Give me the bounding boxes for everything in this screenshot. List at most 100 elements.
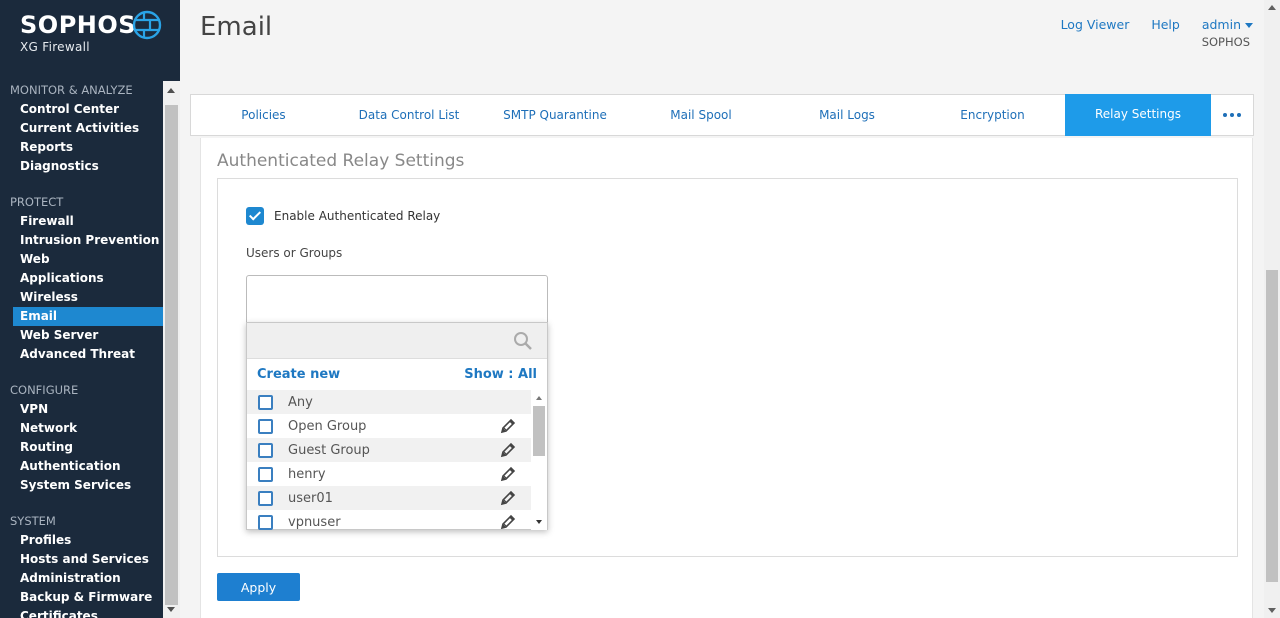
sidebar-item-system-services[interactable]: System Services: [0, 476, 163, 495]
tab-data-control-list[interactable]: Data Control List: [336, 95, 482, 135]
scrollbar-thumb[interactable]: [533, 406, 545, 456]
item-label: Open Group: [288, 418, 367, 434]
sidebar-item-web-server[interactable]: Web Server: [0, 326, 163, 345]
create-new-link[interactable]: Create new: [257, 367, 340, 382]
tab-relay-settings[interactable]: Relay Settings: [1065, 94, 1211, 136]
nav-gap: [0, 364, 163, 381]
scroll-down-icon[interactable]: [1268, 608, 1276, 613]
pencil-icon[interactable]: [499, 489, 517, 507]
sidebar-item-applications[interactable]: Applications: [0, 269, 163, 288]
list-item[interactable]: henry: [247, 462, 531, 486]
admin-menu[interactable]: admin: [1202, 17, 1253, 32]
log-viewer-link[interactable]: Log Viewer: [1061, 17, 1130, 32]
pencil-icon[interactable]: [499, 513, 517, 530]
sidebar-item-wireless[interactable]: Wireless: [0, 288, 163, 307]
item-label: vpnuser: [288, 514, 341, 530]
enable-relay-row: Enable Authenticated Relay: [246, 207, 440, 225]
item-checkbox[interactable]: [258, 466, 273, 482]
dropdown-search-input[interactable]: [247, 323, 547, 359]
nav-gap: [0, 176, 163, 193]
header: Email Log Viewer Help admin SOPHOS: [180, 0, 1264, 82]
pencil-icon[interactable]: [499, 465, 517, 483]
tab-encryption[interactable]: Encryption: [920, 95, 1065, 135]
enable-relay-label: Enable Authenticated Relay: [274, 209, 441, 223]
sidebar-item-backup-firmware[interactable]: Backup & Firmware: [0, 588, 163, 607]
list-item[interactable]: vpnuser: [247, 510, 531, 530]
item-checkbox[interactable]: [258, 418, 273, 434]
sidebar-item-advanced-threat[interactable]: Advanced Threat: [0, 345, 163, 364]
sidebar-item-vpn[interactable]: VPN: [0, 400, 163, 419]
top-links: Log Viewer Help admin: [1043, 17, 1253, 32]
scrollbar-thumb[interactable]: [165, 105, 178, 605]
scrollbar-thumb[interactable]: [1266, 270, 1278, 582]
pencil-icon[interactable]: [499, 441, 517, 459]
org-name: SOPHOS: [1201, 35, 1250, 49]
users-groups-select[interactable]: [246, 275, 548, 325]
more-dots-icon[interactable]: [1211, 95, 1253, 135]
sidebar-item-diagnostics[interactable]: Diagnostics: [0, 157, 163, 176]
show-filter-link[interactable]: Show : All: [464, 367, 537, 382]
list-item[interactable]: Guest Group: [247, 438, 531, 462]
item-checkbox[interactable]: [258, 394, 273, 410]
list-item[interactable]: user01: [247, 486, 531, 510]
sidebar-item-hosts-and-services[interactable]: Hosts and Services: [0, 550, 163, 569]
apply-button[interactable]: Apply: [217, 573, 300, 601]
dropdown-scrollbar[interactable]: [531, 390, 547, 530]
brand: SOPHOS XG Firewall: [20, 10, 136, 54]
main-area: Email Log Viewer Help admin SOPHOS Polic…: [180, 0, 1264, 618]
page-title: Email: [200, 12, 273, 42]
tab-policies[interactable]: Policies: [191, 95, 336, 135]
enable-relay-checkbox[interactable]: [246, 207, 264, 225]
content-panel: Authenticated Relay Settings Enable Auth…: [200, 138, 1253, 618]
tab-bar: Policies Data Control List SMTP Quaranti…: [190, 94, 1254, 136]
item-label: Guest Group: [288, 442, 370, 458]
section-title: Authenticated Relay Settings: [217, 151, 465, 171]
item-checkbox[interactable]: [258, 514, 273, 530]
tab-mail-spool[interactable]: Mail Spool: [628, 95, 774, 135]
sidebar-item-control-center[interactable]: Control Center: [0, 100, 163, 119]
help-link[interactable]: Help: [1151, 17, 1180, 32]
sidebar-item-routing[interactable]: Routing: [0, 438, 163, 457]
sophos-globe-icon: [132, 10, 162, 40]
nav-section-title: PROTECT: [10, 195, 64, 209]
sidebar-item-profiles[interactable]: Profiles: [0, 531, 163, 550]
item-checkbox[interactable]: [258, 490, 273, 506]
tab-smtp-quarantine[interactable]: SMTP Quarantine: [482, 95, 628, 135]
admin-label: admin: [1201, 17, 1241, 32]
dropdown-actions: Create new Show : All: [247, 367, 547, 387]
chevron-down-icon: [1245, 23, 1253, 28]
scroll-down-icon[interactable]: [167, 607, 175, 612]
nav-section-title: MONITOR & ANALYZE: [10, 83, 133, 97]
sidebar-item-network[interactable]: Network: [0, 419, 163, 438]
sidebar-item-intrusion-prevention[interactable]: Intrusion Prevention: [0, 231, 163, 250]
scroll-up-icon[interactable]: [167, 88, 175, 93]
dropdown-list: Any Open Group Guest Group henry user01 vpnus…: [247, 390, 531, 530]
list-item[interactable]: Any: [247, 390, 531, 414]
sidebar-item-web[interactable]: Web: [0, 250, 163, 269]
pencil-icon[interactable]: [499, 417, 517, 435]
tab-mail-logs[interactable]: Mail Logs: [774, 95, 920, 135]
item-label: Any: [288, 394, 313, 410]
item-label: henry: [288, 466, 326, 482]
sidebar-item-current-activities[interactable]: Current Activities: [0, 119, 163, 138]
product-name: XG Firewall: [20, 40, 90, 54]
sidebar-item-email[interactable]: Email: [13, 307, 163, 326]
sidebar-nav: MONITOR & ANALYZE Control Center Current A…: [0, 81, 163, 618]
sidebar-item-reports[interactable]: Reports: [0, 138, 163, 157]
sidebar-scrollbar[interactable]: [163, 81, 180, 618]
users-groups-label: Users or Groups: [246, 246, 343, 260]
relay-fieldset: Enable Authenticated Relay Users or Grou…: [217, 178, 1238, 557]
sidebar: SOPHOS XG Firewall MONITOR & ANALYZE Cont…: [0, 0, 180, 618]
page-scrollbar[interactable]: [1264, 0, 1280, 618]
scroll-up-icon[interactable]: [536, 396, 542, 400]
sidebar-item-firewall[interactable]: Firewall: [0, 212, 163, 231]
sidebar-item-authentication[interactable]: Authentication: [0, 457, 163, 476]
scroll-down-icon[interactable]: [536, 520, 542, 524]
sidebar-item-certificates[interactable]: Certificates: [0, 607, 163, 618]
scroll-up-icon[interactable]: [1268, 5, 1276, 10]
nav-gap: [0, 495, 163, 512]
sidebar-item-administration[interactable]: Administration: [0, 569, 163, 588]
nav-section-title: SYSTEM: [10, 514, 56, 528]
list-item[interactable]: Open Group: [247, 414, 531, 438]
item-checkbox[interactable]: [258, 442, 273, 458]
